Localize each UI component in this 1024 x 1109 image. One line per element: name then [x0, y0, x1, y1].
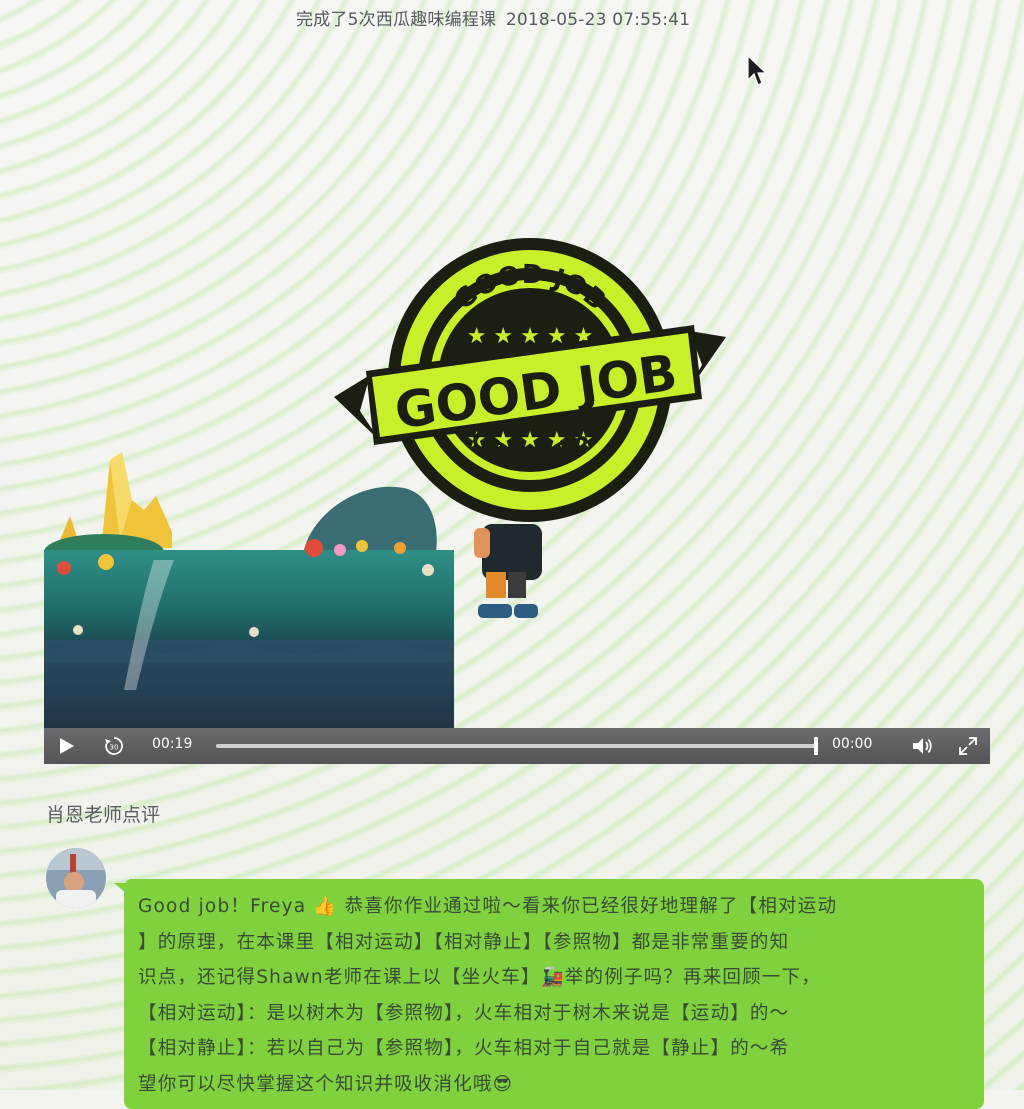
replay-30-icon: 30	[105, 737, 123, 755]
review-line: Good job！Freya 👍 恭喜你作业通过啦～看来你已经很好地理解了【相对…	[138, 896, 838, 917]
play-icon	[60, 738, 74, 754]
review-line: 【相对运动】：是以树木为【参照物】，火车相对于树木来说是【运动】的～	[138, 1002, 790, 1024]
volume-icon	[913, 738, 932, 754]
progress-track[interactable]	[216, 744, 816, 748]
fullscreen-button[interactable]	[954, 728, 982, 764]
review-comment-bubble: Good job！Freya 👍 恭喜你作业通过啦～看来你已经很好地理解了【相对…	[114, 879, 984, 1109]
review-comment-text: Good job！Freya 👍 恭喜你作业通过啦～看来你已经很好地理解了【相对…	[138, 889, 970, 1102]
good-job-stamp: ★ ★ ★ ★ ★ ★ ★ ★ ★ ★ GOOD JOB GOOD JOB GO…	[334, 238, 726, 522]
review-line: 望你可以尽快掌握这个知识并吸收消化哦😎	[138, 1073, 514, 1095]
replay-30-button[interactable]: 30	[98, 728, 130, 764]
activity-header: 完成了5次西瓜趣味编程课 2018-05-23 07:55:41	[296, 5, 690, 30]
current-time: 00:19	[152, 736, 193, 752]
review-line: 识点，还记得Shawn老师在课上以【坐火车】🚂举的例子吗？再来回顾一下，	[138, 967, 821, 988]
progress-handle[interactable]	[814, 737, 818, 755]
fullscreen-icon	[959, 737, 977, 755]
review-section-title: 肖恩老师点评	[46, 804, 161, 826]
avatar-photo	[46, 848, 106, 908]
play-button[interactable]	[52, 728, 80, 764]
completed-text: 完成了5次西瓜趣味编程课	[296, 10, 497, 30]
mouse-cursor-icon	[747, 54, 768, 86]
teacher-avatar[interactable]	[46, 848, 106, 908]
timestamp: 2018-05-23 07:55:41	[505, 10, 691, 30]
duration-time: 00:00	[832, 736, 873, 752]
volume-button[interactable]	[908, 728, 936, 764]
review-line: 】的原理，在本课里【相对运动】【相对静止】【参照物】都是非常重要的知	[138, 931, 790, 953]
video-controls-bar: 30 00:19 00:00	[44, 728, 990, 764]
review-line: 【相对静止】：若以自己为【参照物】，火车相对于自己就是【静止】的～希	[138, 1038, 790, 1059]
svg-text:30: 30	[110, 744, 119, 752]
